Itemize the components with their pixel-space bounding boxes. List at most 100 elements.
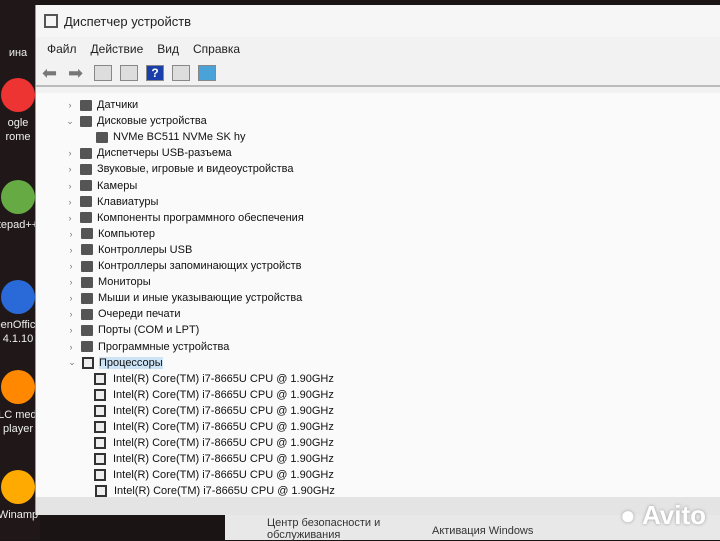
chevron-right-icon[interactable]: › — [65, 309, 77, 319]
tree-item-label: Intel(R) Core(TM) i7-8665U CPU @ 1.90GHz — [113, 469, 334, 482]
chevron-down-icon[interactable]: ⌄ — [64, 116, 76, 127]
processor-item[interactable]: Intel(R) Core(TM) i7-8665U CPU @ 1.90GHz — [94, 451, 334, 467]
processor-item[interactable]: Intel(R) Core(TM) i7-8665U CPU @ 1.90GHz — [94, 467, 334, 483]
chevron-right-icon[interactable]: › — [65, 325, 77, 335]
tree-item[interactable]: ⌄ Процессоры — [66, 355, 163, 371]
tree-item[interactable]: › Звуковые, игровые и видеоустройства — [64, 161, 294, 177]
openoffice-icon — [1, 280, 35, 314]
avito-watermark: ● Avito — [620, 500, 706, 530]
tree-item-label: Intel(R) Core(TM) i7-8665U CPU @ 1.90GHz — [113, 388, 334, 401]
tree-item[interactable]: › Мониторы — [65, 274, 151, 290]
chevron-right-icon[interactable]: › — [64, 213, 76, 223]
tree-item[interactable]: › Контроллеры USB — [65, 242, 193, 258]
menu-file[interactable]: Файл — [47, 42, 77, 56]
tree-item[interactable]: › Мыши и иные указывающие устройства — [65, 290, 303, 306]
chevron-right-icon[interactable]: › — [65, 277, 77, 287]
tree-item[interactable]: › Компоненты программного обеспечения — [64, 210, 304, 226]
processor-icon — [95, 485, 107, 497]
device-category-icon — [80, 147, 92, 159]
chevron-right-icon[interactable]: › — [64, 148, 76, 158]
tree-item-label: Intel(R) Core(TM) i7-8665U CPU @ 1.90GHz — [113, 372, 334, 385]
tree-item-label: Intel(R) Core(TM) i7-8665U CPU @ 1.90GHz — [113, 404, 334, 417]
processor-icon — [94, 404, 106, 417]
tree-item[interactable]: › Датчики — [64, 97, 139, 113]
processor-item[interactable]: Intel(R) Core(TM) i7-8665U CPU @ 1.90GHz — [94, 387, 334, 403]
chevron-right-icon[interactable]: › — [65, 245, 77, 255]
tree-item[interactable]: › Контроллеры запоминающих устройств — [65, 258, 302, 274]
back-icon[interactable]: ⬅ — [42, 64, 60, 82]
show-hide-console-tree-icon[interactable] — [94, 65, 112, 81]
processor-item[interactable]: Intel(R) Core(TM) i7-8665U CPU @ 1.90GHz — [94, 371, 334, 387]
security-center-label[interactable]: Центр безопасности и обслуживания — [267, 517, 387, 541]
tree-item[interactable]: › Программные устройства — [65, 339, 230, 355]
processor-icon — [94, 437, 106, 450]
processor-icon — [94, 469, 106, 482]
chevron-right-icon[interactable]: › — [64, 181, 76, 191]
winamp-icon — [1, 470, 35, 504]
processor-item[interactable]: Intel(R) Core(TM) i7-8665U CPU @ 1.90GHz — [94, 403, 334, 419]
tree-item-label: Очереди печати — [98, 308, 181, 321]
toolbar: ⬅ ➡ ? — [36, 61, 720, 87]
action-pane-icon[interactable] — [172, 65, 190, 81]
processor-item[interactable]: Intel(R) Core(TM) i7-8665U CPU @ 1.90GHz — [95, 483, 335, 497]
tree-item-label: NVMe BC511 NVMe SK hy — [113, 131, 246, 144]
vlc-icon — [1, 370, 35, 404]
tree-item-label: Контроллеры запоминающих устройств — [98, 260, 302, 272]
processor-icon — [94, 372, 106, 385]
tree-item-label: Программные устройства — [98, 340, 230, 353]
device-category-icon — [80, 196, 92, 208]
chevron-right-icon[interactable]: › — [65, 342, 77, 352]
status-bar — [36, 497, 720, 515]
tree-item[interactable]: › Компьютер — [65, 226, 155, 242]
chevron-down-icon[interactable]: ⌄ — [66, 357, 78, 368]
tree-item[interactable]: › Порты (COM и LPT) — [65, 322, 200, 338]
tree-item-label: Процессоры — [99, 356, 163, 369]
processor-icon — [94, 453, 106, 466]
tree-item[interactable]: › Диспетчеры USB-разъема — [64, 145, 232, 161]
chevron-right-icon[interactable]: › — [65, 293, 77, 303]
tree-item-label: Intel(R) Core(TM) i7-8665U CPU @ 1.90GHz — [113, 437, 334, 450]
tree-item[interactable]: › Очереди печати — [65, 306, 181, 322]
properties-icon[interactable] — [120, 65, 138, 81]
tree-item-label: Звуковые, игровые и видеоустройства — [97, 163, 294, 176]
menu-action[interactable]: Действие — [91, 42, 144, 56]
tree-item-label: Дисковые устройства — [97, 115, 207, 128]
device-category-icon — [80, 180, 92, 191]
tree-item-label: Клавиатуры — [97, 195, 159, 208]
device-tree: › Датчики ⌄ Дисковые устройства NVMe BC511 N… — [36, 93, 720, 497]
menu-view[interactable]: Вид — [157, 42, 179, 56]
device-category-icon — [81, 292, 93, 304]
device-category-icon — [96, 131, 108, 143]
device-category-icon — [81, 260, 93, 272]
chevron-right-icon[interactable]: › — [65, 261, 77, 271]
title-bar: Диспетчер устройств — [36, 5, 720, 37]
chevron-right-icon[interactable]: › — [64, 100, 76, 110]
tree-item-label: Компьютер — [98, 227, 155, 240]
tree-item[interactable]: › Камеры — [64, 178, 138, 194]
chevron-right-icon[interactable]: › — [64, 197, 76, 207]
tree-item-label: Intel(R) Core(TM) i7-8665U CPU @ 1.90GHz — [113, 453, 334, 466]
tree-item[interactable]: ⌄ Дисковые устройства — [64, 113, 207, 129]
device-category-icon — [80, 163, 92, 175]
processor-item[interactable]: Intel(R) Core(TM) i7-8665U CPU @ 1.90GHz — [94, 419, 334, 435]
device-manager-icon — [44, 14, 58, 28]
device-category-icon — [81, 308, 93, 320]
scan-hardware-icon[interactable] — [198, 65, 216, 81]
processor-item[interactable]: Intel(R) Core(TM) i7-8665U CPU @ 1.90GHz — [94, 435, 334, 451]
tree-item-label: Контроллеры USB — [98, 243, 193, 256]
menu-help[interactable]: Справка — [193, 42, 240, 56]
chevron-right-icon[interactable]: › — [64, 164, 76, 174]
tree-item[interactable]: › Клавиатуры — [64, 194, 159, 210]
device-category-icon — [81, 276, 93, 288]
device-category-icon — [80, 115, 92, 127]
tree-item-label: Intel(R) Core(TM) i7-8665U CPU @ 1.90GHz — [114, 485, 335, 497]
tree-item[interactable]: NVMe BC511 NVMe SK hy — [80, 129, 245, 145]
forward-icon[interactable]: ➡ — [68, 64, 86, 82]
device-category-icon — [81, 244, 93, 256]
device-category-icon — [81, 324, 93, 336]
processor-icon — [94, 421, 106, 433]
help-icon[interactable]: ? — [146, 65, 164, 81]
chevron-right-icon[interactable]: › — [65, 229, 77, 239]
tree-item-label: Диспетчеры USB-разъема — [97, 147, 232, 160]
tree-item-label: Порты (COM и LPT) — [98, 324, 200, 337]
